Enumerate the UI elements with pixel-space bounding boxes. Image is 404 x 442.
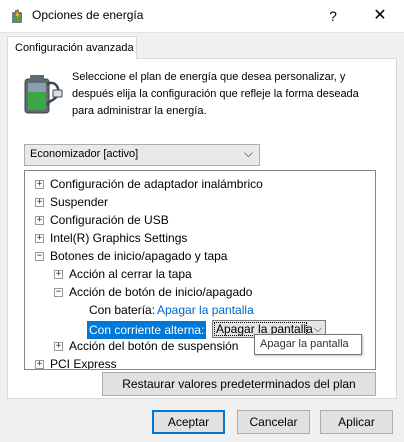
restore-defaults-button[interactable]: Restaurar valores predeterminados del pl… [102,372,376,396]
ok-button[interactable]: Aceptar [152,410,225,434]
collapse-icon[interactable]: − [35,252,44,261]
tree-item-label: Acción de botón de inicio/apagado [69,285,253,299]
chevron-down-icon: ⌵ [243,146,253,160]
description-text: Seleccione el plan de energía que desea … [72,71,359,117]
tree-item-label: Intel(R) Graphics Settings [50,231,188,245]
expand-icon[interactable]: + [35,180,44,189]
setting-value-link[interactable]: Apagar la pantalla [157,301,254,319]
tooltip: Apagar la pantalla [254,334,362,355]
expand-icon[interactable]: + [35,216,44,225]
cancel-button[interactable]: Cancelar [237,410,310,434]
apply-button[interactable]: Aplicar [320,410,393,434]
setting-label: Con batería: [89,303,156,317]
tree-item-label: Suspender [50,195,109,209]
tree-item-label: Configuración de adaptador inalámbrico [50,177,263,191]
power-plan-value: Economizador [activo] [30,148,139,160]
tree-item-label: Botones de inicio/apagado y tapa [50,249,228,263]
expand-icon[interactable]: + [35,360,44,369]
power-plan-select[interactable]: Economizador [activo] ⌵ [24,144,260,166]
power-options-icon [9,8,25,24]
expand-icon[interactable]: + [35,198,44,207]
help-button[interactable]: ? [318,3,348,29]
battery-icon [17,70,65,118]
window-title: Opciones de energía [32,8,144,22]
expand-icon[interactable]: + [35,234,44,243]
tree-item-label: Acción del botón de suspensión [69,339,239,353]
expand-icon[interactable]: + [54,342,63,351]
collapse-icon[interactable]: − [54,288,63,297]
expand-icon[interactable]: + [54,270,63,279]
tab-advanced-settings[interactable]: Configuración avanzada [7,36,137,59]
tree-item-label: Configuración de USB [50,213,169,227]
tree-item-label: PCI Express [50,357,117,370]
tree-item-label: Acción al cerrar la tapa [69,267,192,281]
close-button[interactable]: ✕ [362,3,398,29]
